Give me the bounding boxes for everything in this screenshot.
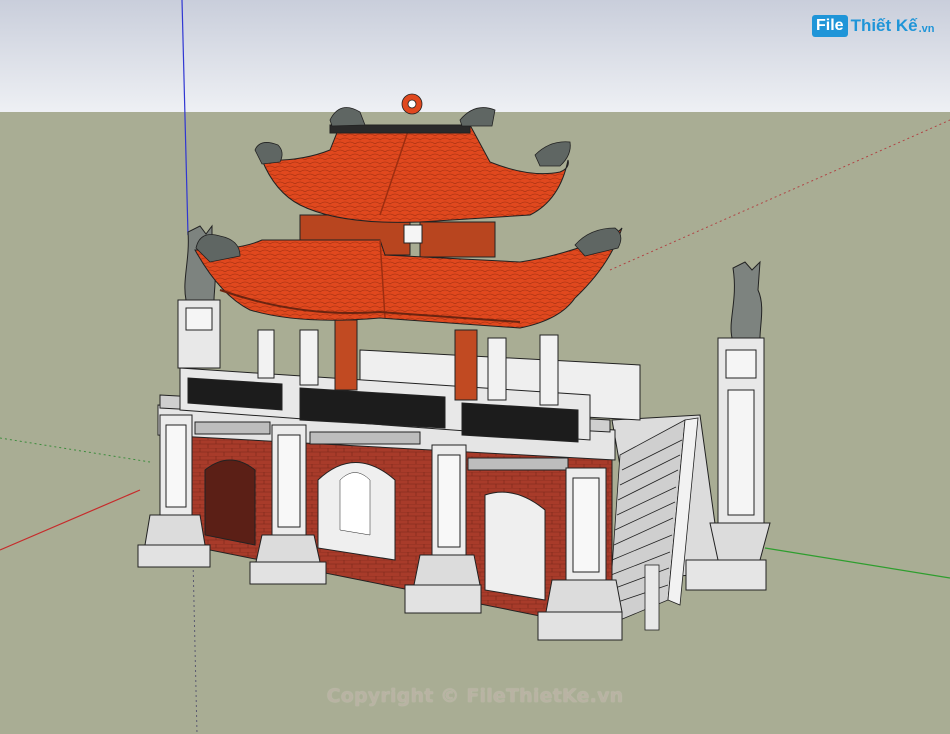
3d-model-canvas[interactable]: [0, 0, 950, 734]
site-logo: File Thiết Kế .vn: [812, 12, 935, 40]
sky: [0, 0, 950, 112]
copyright-watermark: Copyright © FileThietKe.vn: [326, 685, 624, 707]
logo-tld: .vn: [918, 23, 935, 35]
sketchup-viewport[interactable]: File Thiết Kế .vn Copyright © FileThietK…: [0, 0, 950, 734]
logo-text: Thiết Kế: [850, 16, 918, 35]
logo-file-badge: File: [812, 15, 848, 37]
